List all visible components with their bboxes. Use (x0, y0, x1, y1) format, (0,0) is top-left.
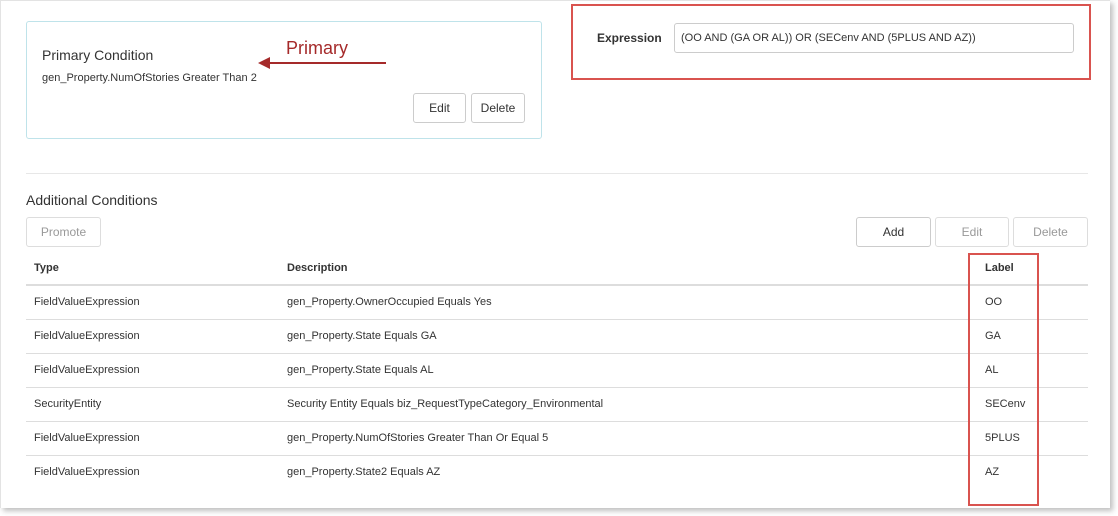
primary-condition-title: Primary Condition (42, 47, 154, 63)
table-row[interactable]: FieldValueExpression gen_Property.OwnerO… (26, 285, 1088, 320)
primary-condition-card: Primary Condition gen_Property.NumOfStor… (26, 21, 542, 139)
additional-conditions-table: Type Description Label FieldValueExpress… (26, 252, 1088, 489)
row-type: FieldValueExpression (26, 353, 279, 388)
row-description: Security Entity Equals biz_RequestTypeCa… (279, 387, 977, 422)
row-type: FieldValueExpression (26, 319, 279, 354)
table-row[interactable]: SecurityEntity Security Entity Equals bi… (26, 387, 1088, 422)
edit-condition-button[interactable]: Edit (935, 217, 1009, 247)
primary-delete-button[interactable]: Delete (471, 93, 525, 123)
section-divider (26, 173, 1088, 174)
table-row[interactable]: FieldValueExpression gen_Property.State2… (26, 455, 1088, 489)
primary-edit-button[interactable]: Edit (413, 93, 466, 123)
row-type: FieldValueExpression (26, 421, 279, 456)
row-description: gen_Property.NumOfStories Greater Than O… (279, 421, 977, 456)
conditions-panel: Primary Condition gen_Property.NumOfStor… (0, 0, 1110, 508)
promote-button[interactable]: Promote (26, 217, 101, 247)
label-column-highlight-box (968, 253, 1039, 506)
annotation-arrow-icon (258, 57, 386, 69)
row-description: gen_Property.State Equals AL (279, 353, 977, 388)
row-type: SecurityEntity (26, 387, 279, 422)
table-row[interactable]: FieldValueExpression gen_Property.State … (26, 319, 1088, 354)
column-header-description: Description (279, 252, 977, 286)
row-description: gen_Property.State2 Equals AZ (287, 466, 441, 479)
add-condition-button[interactable]: Add (856, 217, 931, 247)
table-row[interactable]: FieldValueExpression gen_Property.State … (26, 353, 1088, 388)
row-type: FieldValueExpression (34, 466, 140, 479)
column-header-type: Type (26, 252, 279, 286)
additional-conditions-title: Additional Conditions (26, 192, 158, 208)
table-row[interactable]: FieldValueExpression gen_Property.NumOfS… (26, 421, 1088, 456)
primary-condition-description: gen_Property.NumOfStories Greater Than 2 (42, 72, 257, 84)
delete-condition-button[interactable]: Delete (1013, 217, 1088, 247)
table-header-row: Type Description Label (26, 252, 1088, 286)
row-description: gen_Property.OwnerOccupied Equals Yes (279, 285, 977, 320)
expression-input[interactable] (674, 23, 1074, 53)
expression-highlight-box: Expression (571, 4, 1091, 80)
row-description: gen_Property.State Equals GA (279, 319, 977, 354)
row-type: FieldValueExpression (26, 285, 279, 320)
expression-label: Expression (597, 31, 662, 45)
